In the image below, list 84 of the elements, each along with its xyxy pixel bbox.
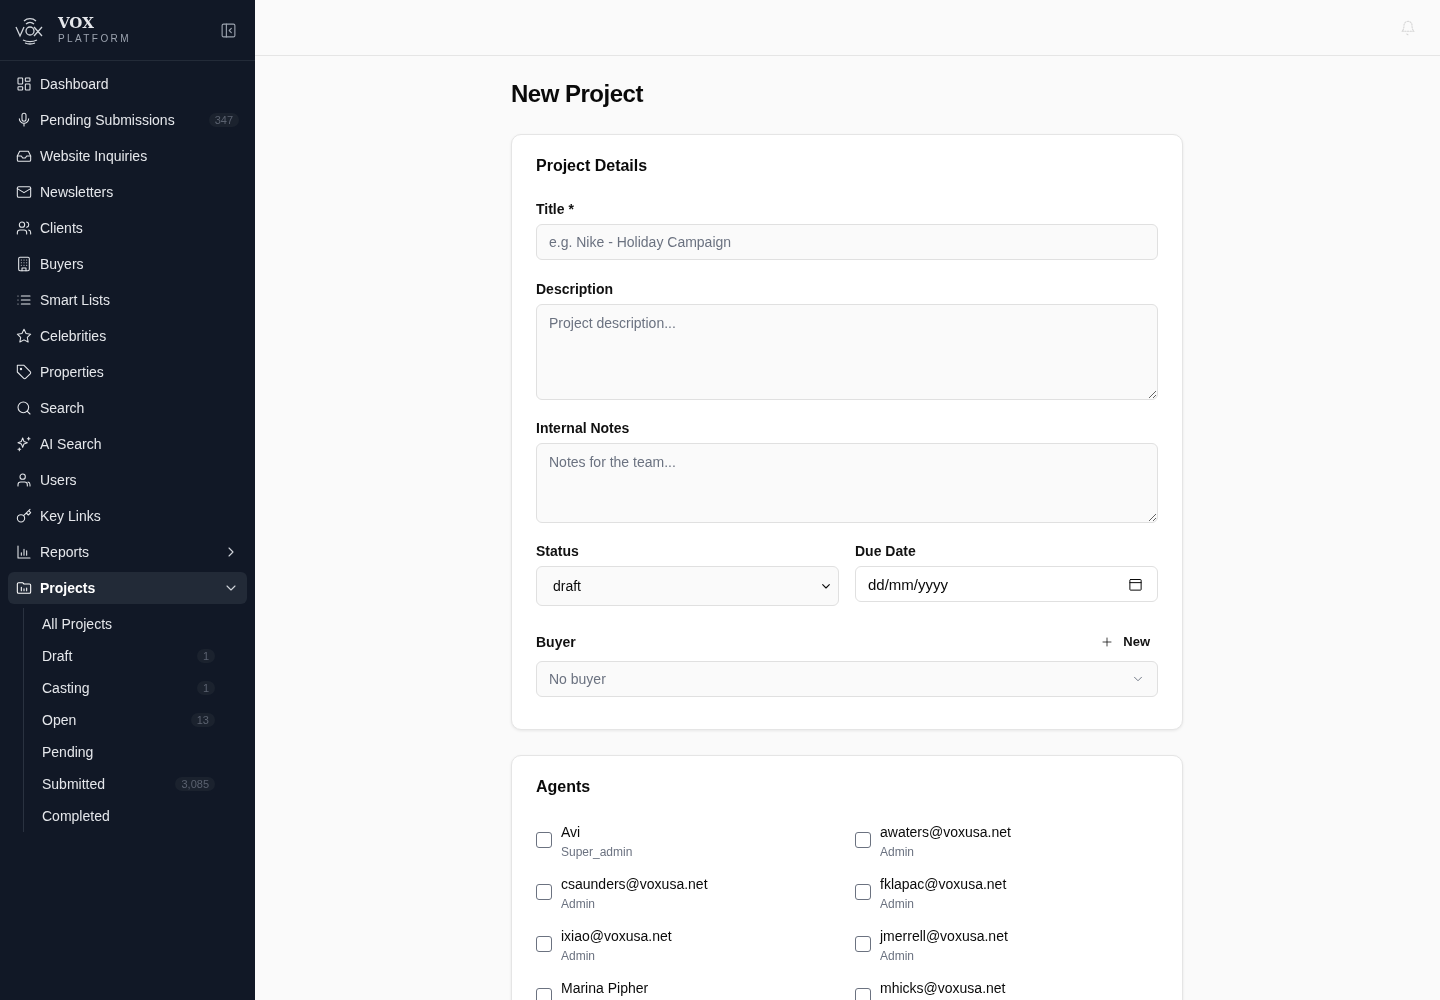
nav-item[interactable]: Buyers (8, 248, 247, 280)
agent-role: Super_admin (561, 844, 633, 861)
user-icon (16, 472, 32, 488)
nav-item[interactable]: Clients (8, 212, 247, 244)
checkbox[interactable] (536, 988, 552, 1000)
buyer-select[interactable]: No buyer (536, 661, 1158, 697)
agent-role: Admin (880, 844, 915, 861)
field-label: Status (536, 543, 580, 559)
sparkles-icon (16, 436, 32, 452)
nav-item[interactable]: Newsletters (8, 176, 247, 208)
agent-role: Admin (880, 948, 915, 965)
brand-tagline: PLATFORM (58, 32, 132, 46)
brand-name: VOX (58, 14, 95, 32)
people-icon (16, 220, 32, 236)
agent-name: fklapac@voxusa.net (880, 875, 1007, 894)
nav-item[interactable]: Dashboard (8, 68, 247, 100)
nav-item[interactable]: Properties (8, 356, 247, 388)
status-select[interactable]: draft (536, 566, 839, 606)
nav-item[interactable]: Smart Lists (8, 284, 247, 316)
nav-subitem[interactable]: All Projects (34, 608, 223, 640)
field-label: Description (536, 281, 614, 297)
count-badge: 347 (208, 113, 239, 127)
checkbox[interactable] (855, 936, 871, 952)
inbox-icon (16, 148, 32, 164)
checkbox[interactable] (536, 884, 552, 900)
nav-item[interactable]: Users (8, 464, 247, 496)
field-label: Title * (536, 201, 575, 217)
plus-icon (1101, 635, 1114, 648)
nav-item[interactable]: Reports (8, 536, 247, 568)
building-icon (16, 256, 32, 272)
count-badge: 1 (196, 681, 215, 695)
key-icon (16, 508, 32, 524)
agent-name: awaters@voxusa.net (880, 823, 1011, 842)
agent-name: ixiao@voxusa.net (561, 927, 672, 946)
count-badge: 1 (196, 649, 215, 663)
nav-item[interactable]: Celebrities (8, 320, 247, 352)
checkbox[interactable] (855, 884, 871, 900)
bar-chart-icon (16, 544, 32, 560)
calendar-icon[interactable] (1128, 576, 1143, 592)
nav-subitem[interactable]: Casting 1 (34, 672, 223, 704)
agent-name: Marina Pipher (561, 979, 649, 998)
nav-subitem[interactable]: Completed (34, 800, 223, 832)
sidebar-toggle-icon[interactable] (220, 21, 237, 39)
tag-icon (16, 364, 32, 380)
microphone-icon (16, 112, 32, 128)
nav-item[interactable]: Pending Submissions 347 (8, 104, 247, 136)
nav-item[interactable]: Key Links (8, 500, 247, 532)
checkbox[interactable] (855, 832, 871, 848)
title-field[interactable]: e.g. Nike - Holiday Campaign (536, 224, 1158, 260)
search-icon (16, 400, 32, 416)
card-title: Project Details (536, 157, 649, 175)
field-label: Due Date (855, 543, 917, 559)
page-title: New Project (511, 80, 645, 108)
grid-icon (16, 76, 32, 92)
agent-role: Admin (561, 948, 596, 965)
envelope-icon (16, 184, 32, 200)
agent-role: Admin (561, 896, 596, 913)
nav-item[interactable]: Search (8, 392, 247, 424)
nav-item[interactable]: AI Search (8, 428, 247, 460)
nav-item[interactable]: Projects (8, 572, 247, 604)
agent-name: jmerrell@voxusa.net (880, 927, 1008, 946)
agent-name: mhicks@voxusa.net (880, 979, 1006, 998)
agent-name: Avi (561, 823, 582, 842)
description-field[interactable]: Project description... (536, 304, 1158, 400)
star-icon (16, 328, 32, 344)
agent-name: csaunders@voxusa.net (561, 875, 708, 894)
count-badge: 3,085 (175, 777, 215, 791)
checkbox[interactable] (536, 832, 552, 848)
date-field[interactable]: dd/mm/yyyy (855, 566, 1158, 602)
folder-icon (16, 580, 32, 596)
new-buyer-button[interactable]: New (1093, 630, 1158, 653)
checkbox[interactable] (536, 936, 552, 952)
field-label: Internal Notes (536, 420, 631, 436)
nav-subitem[interactable]: Pending (34, 736, 223, 768)
nav-subitem[interactable]: Submitted 3,085 (34, 768, 223, 800)
nav-subitem[interactable]: Open 13 (34, 704, 223, 736)
nav-subitem[interactable]: Draft 1 (34, 640, 223, 672)
notes-field[interactable]: Notes for the team... (536, 443, 1158, 523)
card-title: Agents (536, 778, 592, 796)
agent-role: Admin (880, 896, 915, 913)
field-label: Buyer (536, 633, 576, 650)
nav-item[interactable]: Website Inquiries (8, 140, 247, 172)
count-badge: 13 (190, 713, 215, 727)
checkbox[interactable] (855, 988, 871, 1000)
